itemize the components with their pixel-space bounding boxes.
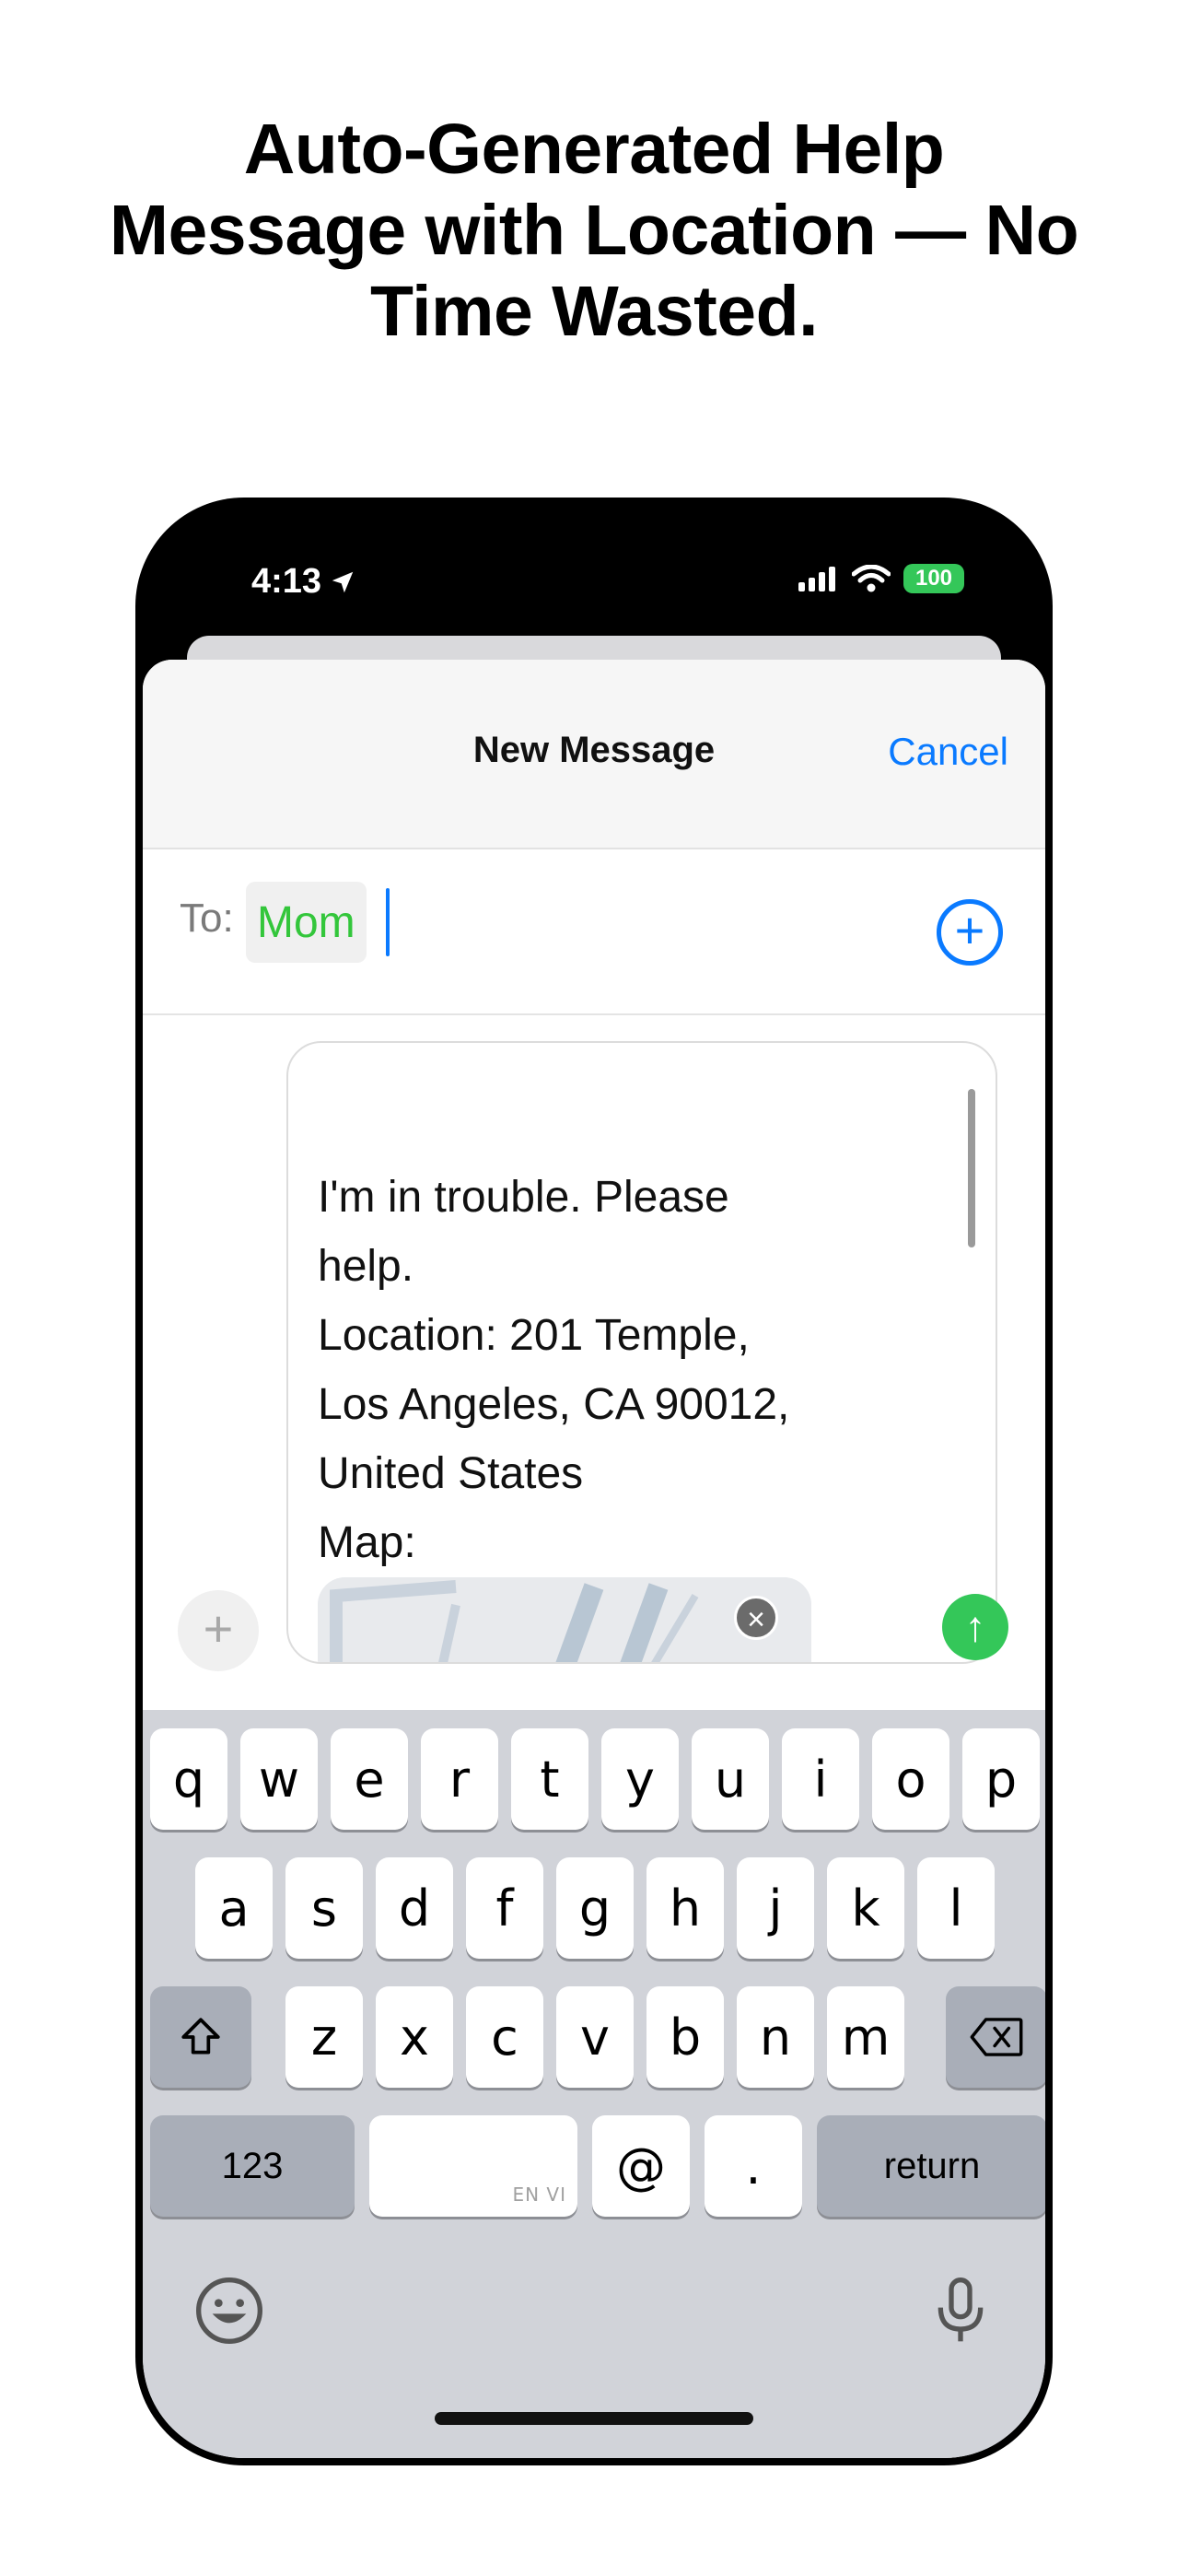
key-o[interactable]: o	[872, 1728, 949, 1830]
key-y[interactable]: y	[601, 1728, 679, 1830]
message-line: I'm in trouble. Please	[318, 1173, 729, 1222]
message-scrollbar[interactable]	[968, 1089, 975, 1247]
phone-screen: 4:13 100 New Message Cancel To: Mom + + …	[143, 505, 1045, 2458]
key-l[interactable]: l	[917, 1857, 995, 1959]
key-a[interactable]: a	[195, 1857, 273, 1959]
key-n[interactable]: n	[737, 1986, 814, 2088]
key-c[interactable]: c	[466, 1986, 543, 2088]
key-z[interactable]: z	[285, 1986, 363, 2088]
wifi-icon	[852, 565, 891, 592]
space-key[interactable]: EN VI	[369, 2115, 577, 2217]
key-m[interactable]: m	[827, 1986, 904, 2088]
key-p[interactable]: p	[962, 1728, 1040, 1830]
at-key[interactable]: @	[592, 2115, 690, 2217]
home-indicator[interactable]	[435, 2412, 753, 2425]
key-u[interactable]: u	[692, 1728, 769, 1830]
recipient-chip[interactable]: Mom	[246, 882, 367, 963]
shift-icon[interactable]	[150, 1986, 251, 2088]
period-key[interactable]: .	[705, 2115, 802, 2217]
message-line: help.	[318, 1242, 414, 1291]
message-line: Map:	[318, 1518, 416, 1567]
cancel-button[interactable]: Cancel	[888, 730, 1008, 774]
key-w[interactable]: w	[240, 1728, 318, 1830]
key-h[interactable]: h	[646, 1857, 724, 1959]
keyboard: qwertyuiop asdfghjkl zxcvbnm 123 EN VI @…	[143, 1710, 1045, 2458]
add-recipient-icon[interactable]: +	[937, 899, 1003, 966]
numbers-key[interactable]: 123	[150, 2115, 355, 2217]
battery-icon: 100	[903, 564, 964, 593]
key-q[interactable]: q	[150, 1728, 227, 1830]
key-r[interactable]: r	[421, 1728, 498, 1830]
sheet-header: New Message Cancel	[143, 660, 1045, 849]
message-input[interactable]: I'm in trouble. Please help. Location: 2…	[286, 1041, 997, 1664]
key-f[interactable]: f	[466, 1857, 543, 1959]
send-arrow-icon[interactable]: ↑	[942, 1594, 1008, 1660]
phone-frame: 4:13 100 New Message Cancel To: Mom + + …	[135, 498, 1053, 2465]
key-s[interactable]: s	[285, 1857, 363, 1959]
headline-line-2: Message with Location — No	[109, 191, 1079, 270]
remove-attachment-icon[interactable]: ×	[734, 1596, 778, 1640]
status-bar: 4:13 100	[143, 505, 1045, 643]
delete-icon[interactable]	[946, 1986, 1045, 2088]
key-b[interactable]: b	[646, 1986, 724, 2088]
microphone-icon[interactable]	[924, 2274, 997, 2348]
status-time-group: 4:13	[251, 562, 356, 602]
to-label: To:	[180, 896, 234, 941]
status-time: 4:13	[251, 562, 322, 601]
key-d[interactable]: d	[376, 1857, 453, 1959]
headline-line-1: Auto-Generated Help	[243, 110, 945, 189]
key-k[interactable]: k	[827, 1857, 904, 1959]
message-text: I'm in trouble. Please help. Location: 2…	[318, 1163, 907, 1577]
attach-plus-icon[interactable]: +	[178, 1590, 259, 1671]
compose-sheet: New Message Cancel To: Mom + + I'm in tr…	[143, 660, 1045, 2458]
status-icons: 100	[798, 564, 964, 593]
emoji-icon[interactable]	[192, 2274, 266, 2348]
key-j[interactable]: j	[737, 1857, 814, 1959]
key-i[interactable]: i	[782, 1728, 859, 1830]
message-line: United States	[318, 1449, 584, 1498]
message-line: Los Angeles, CA 90012,	[318, 1380, 790, 1429]
key-x[interactable]: x	[376, 1986, 453, 2088]
headline-line-3: Time Wasted.	[369, 272, 819, 351]
signal-icon	[798, 567, 835, 591]
key-g[interactable]: g	[556, 1857, 634, 1959]
location-arrow-icon	[332, 571, 354, 592]
text-caret	[386, 888, 390, 956]
message-line: Location: 201 Temple,	[318, 1311, 750, 1360]
return-key[interactable]: return	[817, 2115, 1045, 2217]
key-v[interactable]: v	[556, 1986, 634, 2088]
space-language-hint: EN VI	[512, 2184, 566, 2206]
key-t[interactable]: t	[511, 1728, 588, 1830]
key-e[interactable]: e	[331, 1728, 408, 1830]
recipient-row[interactable]: To: Mom +	[143, 849, 1045, 1015]
headline: Auto-Generated Help Message with Locatio…	[55, 109, 1133, 352]
